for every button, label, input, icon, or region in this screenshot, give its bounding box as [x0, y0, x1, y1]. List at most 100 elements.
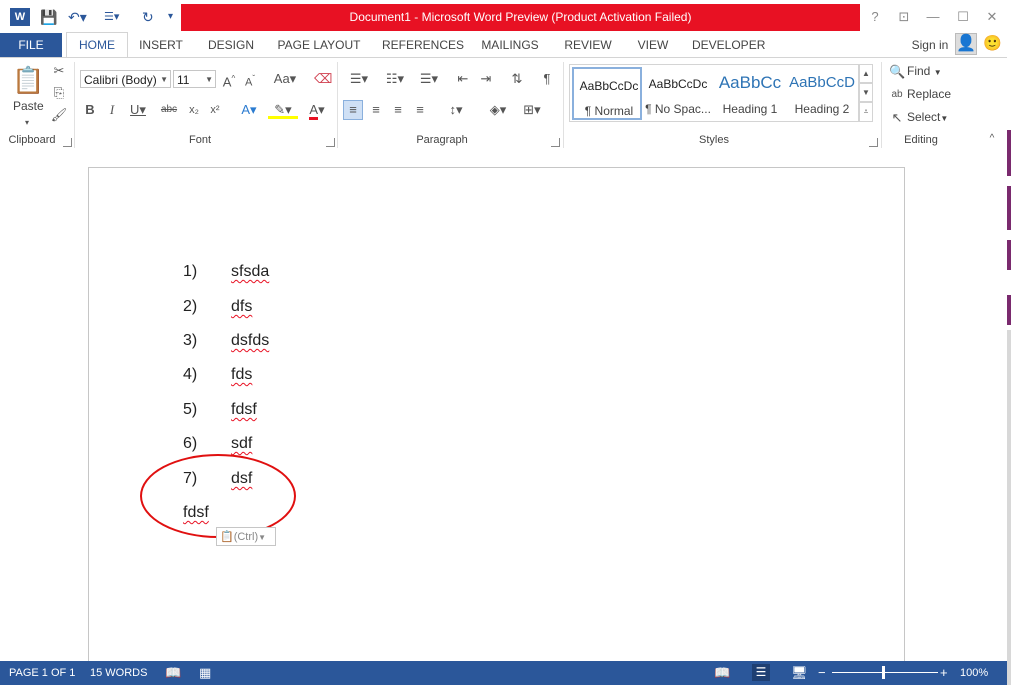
multilevel-list-icon[interactable]: ☰▾ [414, 70, 444, 88]
print-layout-icon[interactable]: ☰ [752, 664, 770, 681]
collapse-ribbon-icon[interactable]: ^ [985, 130, 999, 148]
web-layout-icon[interactable]: 🖥 [791, 661, 808, 685]
font-launcher-icon[interactable] [326, 138, 335, 147]
font-size-value: 11 [177, 73, 190, 87]
style-preview: AaBbCc [718, 73, 782, 92]
smiley-feedback-icon[interactable]: 🙂 [983, 35, 1002, 53]
paste-icon[interactable]: 📋 [12, 64, 44, 96]
font-color-icon[interactable]: A▾ [303, 101, 331, 120]
styles-scroll-down-icon[interactable]: ▼ [859, 83, 873, 102]
page-count[interactable]: PAGE 1 OF 1 [9, 661, 75, 685]
tab-developer[interactable]: DEVELOPER [692, 33, 765, 57]
justify-icon[interactable]: ≡ [411, 101, 429, 119]
chevron-down-icon: ▼ [933, 68, 942, 77]
zoom-in-icon[interactable]: + [940, 661, 948, 685]
paste-button-label[interactable]: Paste [13, 99, 44, 113]
save-icon[interactable]: 💾 [40, 8, 57, 26]
macro-record-icon[interactable]: ▦ [199, 661, 211, 685]
sort-icon[interactable]: ⇅ [507, 70, 527, 88]
background-window-edge [1007, 295, 1011, 325]
styles-more-icon[interactable]: ⩡ [859, 102, 873, 122]
tab-insert[interactable]: INSERT [136, 33, 186, 57]
increase-indent-icon[interactable]: ⇥ [477, 70, 495, 88]
align-left-icon[interactable]: ≡ [343, 100, 363, 120]
subscript-icon[interactable]: x₂ [186, 101, 202, 119]
line-spacing-icon[interactable]: ↕▾ [442, 101, 470, 119]
grow-font-icon[interactable]: A^ [221, 70, 237, 91]
style-preview: AaBbCcDc [579, 79, 639, 93]
list-number: 4) [183, 366, 198, 383]
customize-qat-icon[interactable]: ▾ [168, 8, 178, 26]
bullets-qat-icon[interactable]: ☰▾ [104, 8, 128, 26]
style-no-spacing[interactable]: AaBbCcDc ¶ No Spac... [643, 67, 713, 120]
help-button[interactable]: ? [864, 8, 886, 26]
clipboard-launcher-icon[interactable] [63, 138, 72, 147]
select-button[interactable]: Select▼ [907, 110, 948, 124]
borders-icon[interactable]: ⊞▾ [518, 101, 546, 119]
zoom-level[interactable]: 100% [960, 661, 988, 685]
list-text: fdsf [231, 401, 257, 418]
find-icon[interactable]: 🔍 [889, 63, 905, 81]
style-heading-1[interactable]: AaBbCc Heading 1 [715, 67, 785, 120]
user-avatar-icon[interactable]: 👤 [955, 33, 977, 55]
tab-home[interactable]: HOME [66, 32, 128, 57]
word-count[interactable]: 15 WORDS [90, 661, 147, 685]
tab-file[interactable]: FILE [0, 33, 62, 57]
bold-icon[interactable]: B [82, 101, 98, 119]
tab-review[interactable]: REVIEW [562, 33, 614, 57]
text-effects-icon[interactable]: A▾ [235, 101, 263, 119]
underline-icon[interactable]: U▾ [126, 101, 150, 119]
tab-references[interactable]: REFERENCES [382, 33, 464, 57]
find-button[interactable]: Find ▼ [907, 64, 942, 78]
minimize-button[interactable]: — [922, 8, 944, 26]
undo-icon[interactable]: ↶▾ [68, 8, 94, 26]
styles-launcher-icon[interactable] [869, 138, 878, 147]
read-mode-icon[interactable]: 📖 [714, 661, 730, 685]
maximize-button[interactable]: ☐ [952, 8, 974, 26]
sign-in-link[interactable]: Sign in [908, 33, 952, 57]
replace-icon[interactable]: ab [889, 86, 905, 104]
select-cursor-icon[interactable]: ↖ [889, 109, 905, 127]
italic-icon[interactable]: I [104, 101, 120, 119]
decrease-indent-icon[interactable]: ⇤ [454, 70, 472, 88]
tab-page-layout[interactable]: PAGE LAYOUT [276, 33, 362, 57]
paste-dropdown-icon[interactable]: ▾ [20, 114, 34, 132]
align-right-icon[interactable]: ≡ [389, 101, 407, 119]
style-normal[interactable]: AaBbCcDc ¶ Normal [572, 67, 642, 120]
zoom-slider[interactable] [832, 672, 938, 673]
tab-view[interactable]: VIEW [633, 33, 673, 57]
paragraph-launcher-icon[interactable] [551, 138, 560, 147]
close-button[interactable]: ✕ [981, 8, 1003, 26]
shrink-font-icon[interactable]: Aˇ [242, 70, 258, 92]
chevron-down-icon: ▼ [940, 114, 949, 123]
tab-design[interactable]: DESIGN [204, 33, 258, 57]
bullets-icon[interactable]: ☰▾ [344, 70, 374, 88]
proofing-icon[interactable]: 📖 [165, 661, 181, 685]
zoom-out-icon[interactable]: − [818, 661, 826, 685]
align-center-icon[interactable]: ≡ [367, 101, 385, 119]
redo-icon[interactable]: ↻ [142, 8, 158, 26]
strikethrough-icon[interactable]: abc [158, 101, 180, 119]
show-formatting-marks-icon[interactable]: ¶ [539, 70, 555, 88]
superscript-icon[interactable]: x² [207, 101, 223, 119]
chevron-down-icon: ▼ [205, 75, 213, 84]
highlight-color-icon[interactable]: ✎▾ [268, 101, 298, 119]
list-text: sdf [231, 435, 253, 452]
change-case-icon[interactable]: Aa▾ [270, 70, 300, 88]
numbering-icon[interactable]: ☷▾ [380, 70, 410, 88]
font-name-combo[interactable]: Calibri (Body) ▼ [80, 70, 171, 88]
format-painter-icon[interactable]: 🖌 [50, 106, 68, 124]
style-heading-2[interactable]: AaBbCcD Heading 2 [787, 67, 857, 120]
replace-button[interactable]: Replace [907, 87, 951, 101]
font-size-combo[interactable]: 11 ▼ [173, 70, 216, 88]
shading-icon[interactable]: ◈▾ [484, 101, 512, 119]
ribbon-display-options-button[interactable]: ⊡ [893, 8, 915, 26]
tab-mailings[interactable]: MAILINGS [478, 33, 542, 57]
styles-scroll-up-icon[interactable]: ▲ [859, 64, 873, 83]
paste-options-button[interactable]: 📋(Ctrl)▼ [216, 527, 276, 546]
clear-formatting-icon[interactable]: ⌫ [314, 70, 332, 88]
cut-icon[interactable]: ✂ [50, 62, 68, 80]
copy-icon[interactable]: ⎘ [50, 84, 68, 102]
document-page[interactable] [88, 167, 905, 668]
zoom-slider-handle[interactable] [882, 666, 885, 679]
